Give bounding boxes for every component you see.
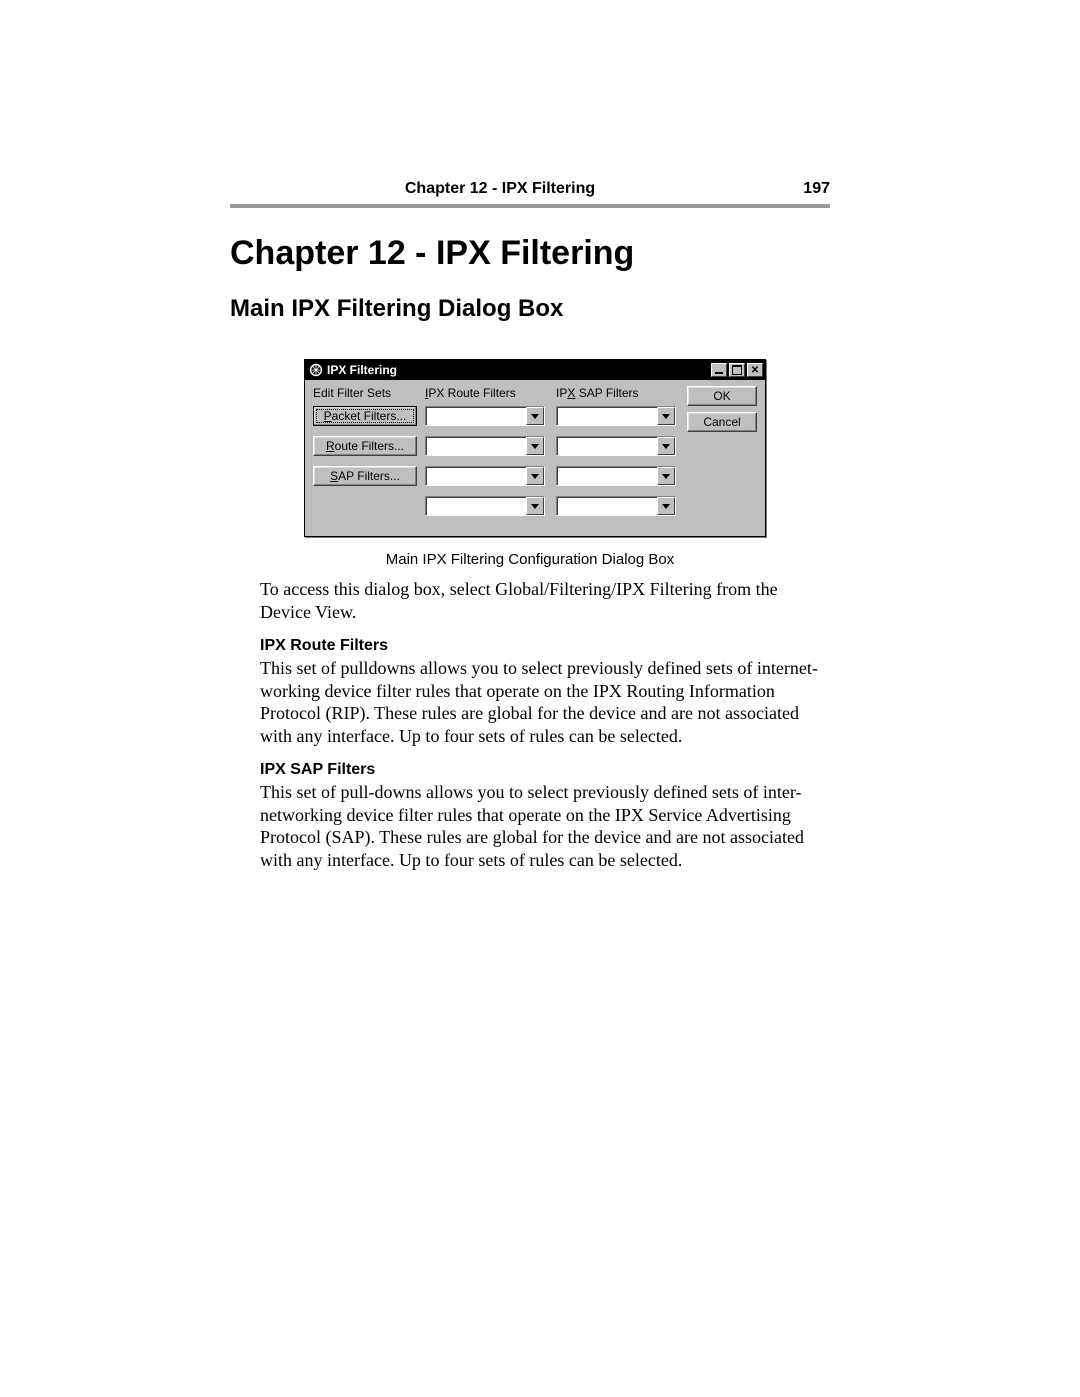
section-title: Main IPX Filtering Dialog Box — [230, 295, 830, 323]
dialog-window: IPX Filtering ✕ Edit Filter Sets Packet … — [304, 359, 766, 537]
titlebar[interactable]: IPX Filtering ✕ — [305, 360, 765, 380]
maximize-button[interactable] — [729, 363, 745, 377]
edit-filter-sets-label: Edit Filter Sets — [313, 386, 417, 406]
subsection-heading-sap: IPX SAP Filters — [260, 761, 830, 779]
chevron-down-icon — [657, 467, 675, 485]
route-filter-combo-3[interactable] — [425, 466, 545, 486]
app-icon — [309, 363, 323, 377]
sap-filters-label: IPX SAP Filters — [556, 386, 679, 406]
subsection-heading-route: IPX Route Filters — [260, 637, 830, 655]
packet-filters-button[interactable]: Packet Filters... — [313, 406, 417, 426]
close-button[interactable]: ✕ — [747, 363, 763, 377]
chevron-down-icon — [526, 497, 544, 515]
sap-filter-combo-2[interactable] — [556, 436, 676, 456]
sap-filter-combo-1[interactable] — [556, 406, 676, 426]
dialog-title: IPX Filtering — [327, 363, 711, 377]
figure-caption: Main IPX Filtering Configuration Dialog … — [230, 551, 830, 568]
ok-button[interactable]: OK — [687, 386, 757, 406]
subsection-body-sap: This set of pull-downs allows you to sel… — [260, 781, 830, 871]
sap-filter-combo-3[interactable] — [556, 466, 676, 486]
cancel-button[interactable]: Cancel — [687, 412, 757, 432]
chevron-down-icon — [526, 437, 544, 455]
chevron-down-icon — [657, 437, 675, 455]
chevron-down-icon — [657, 497, 675, 515]
chapter-title: Chapter 12 - IPX Filtering — [230, 234, 830, 273]
dialog-figure: IPX Filtering ✕ Edit Filter Sets Packet … — [240, 359, 830, 537]
intro-paragraph: To access this dialog box, select Global… — [260, 578, 830, 623]
route-filters-button[interactable]: Route Filters... — [313, 436, 417, 456]
route-filter-combo-2[interactable] — [425, 436, 545, 456]
chevron-down-icon — [526, 407, 544, 425]
chevron-down-icon — [657, 407, 675, 425]
route-filters-label: IPX Route Filters — [425, 386, 548, 406]
sap-filters-button[interactable]: SAP Filters... — [313, 466, 417, 486]
page-number: 197 — [770, 180, 830, 198]
route-filter-combo-4[interactable] — [425, 496, 545, 516]
subsection-body-route: This set of pulldowns allows you to sele… — [260, 657, 830, 747]
header-title: Chapter 12 - IPX Filtering — [230, 180, 770, 198]
sap-filter-combo-4[interactable] — [556, 496, 676, 516]
chevron-down-icon — [526, 467, 544, 485]
running-header: Chapter 12 - IPX Filtering 197 — [230, 180, 830, 208]
minimize-button[interactable] — [711, 363, 727, 377]
route-filter-combo-1[interactable] — [425, 406, 545, 426]
